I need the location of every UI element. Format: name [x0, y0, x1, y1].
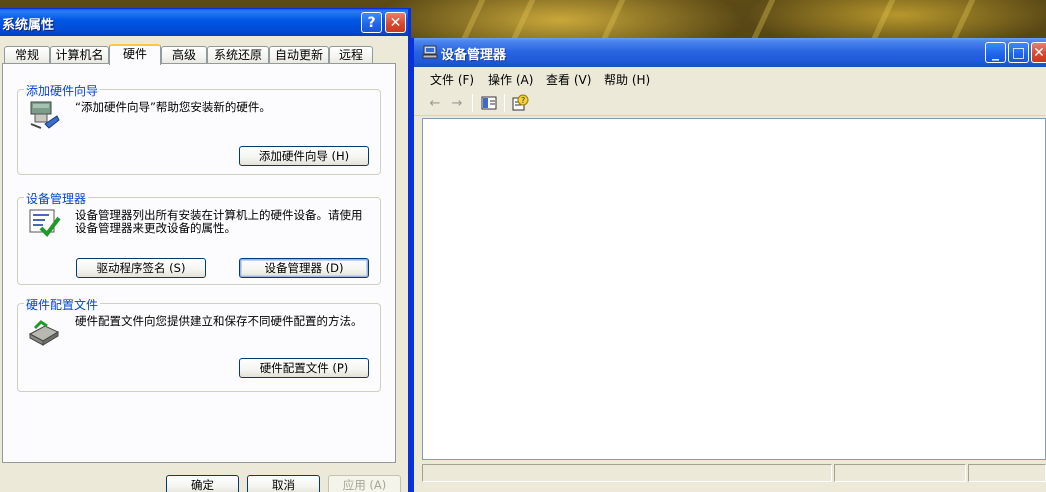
help-icon: ? — [367, 14, 376, 31]
close-button[interactable]: ✕ — [385, 12, 406, 33]
hardware-tab-panel: 添加硬件向导 “添加硬件向导”帮助您安装新的硬件。 添加硬件向导 (H) 设备管… — [2, 63, 396, 463]
hardware-profiles-group-title: 硬件配置文件 — [24, 296, 101, 313]
back-arrow-icon[interactable]: ← — [426, 94, 444, 112]
device-manager-titlebar[interactable]: 设备管理器 _ □ ✕ — [414, 38, 1046, 67]
device-tree-pane[interactable] — [422, 118, 1046, 460]
menu-bar: 文件 (F) 操作 (A) 查看 (V) 帮助 (H) — [414, 67, 1046, 89]
toolbar: ← → ? — [414, 90, 1046, 116]
show-hide-tree-icon[interactable] — [480, 94, 498, 112]
apply-button[interactable]: 应用 (A) — [328, 475, 401, 492]
desktop-decoration — [510, 0, 536, 40]
menu-help[interactable]: 帮助 (H) — [604, 71, 650, 88]
properties-help-icon[interactable]: ? — [511, 94, 529, 112]
device-manager-icon — [29, 209, 61, 238]
tab-hardware[interactable]: 硬件 — [109, 44, 161, 65]
toolbar-separator — [504, 94, 505, 112]
device-manager-group: 设备管理器 设备管理器列出所有安装在计算机上的硬件设备。请使用设备管理器来更改设… — [17, 190, 381, 285]
device-manager-description: 设备管理器列出所有安装在计算机上的硬件设备。请使用设备管理器来更改设备的属性。 — [75, 208, 363, 235]
hardware-profiles-group: 硬件配置文件 硬件配置文件向您提供建立和保存不同硬件配置的方法。 硬件配置文件 … — [17, 296, 381, 392]
hardware-profiles-icon — [28, 320, 60, 346]
status-pane-secondary — [834, 464, 966, 482]
hardware-profiles-button[interactable]: 硬件配置文件 (P) — [239, 358, 369, 378]
minimize-button[interactable]: _ — [985, 42, 1006, 63]
device-manager-button[interactable]: 设备管理器 (D) — [239, 258, 369, 278]
desktop-decoration — [870, 0, 896, 40]
device-manager-group-title: 设备管理器 — [24, 190, 89, 207]
device-manager-close-button[interactable]: ✕ — [1031, 42, 1046, 63]
device-manager-window: 设备管理器 _ □ ✕ 文件 (F) 操作 (A) 查看 (V) 帮助 (H) … — [411, 38, 1046, 492]
forward-arrow-icon[interactable]: → — [448, 94, 466, 112]
menu-view[interactable]: 查看 (V) — [546, 71, 591, 88]
desktop-decoration — [460, 0, 486, 40]
device-manager-title: 设备管理器 — [441, 48, 507, 63]
close-icon: ✕ — [1033, 44, 1045, 61]
maximize-button[interactable]: □ — [1008, 42, 1029, 63]
menu-file[interactable]: 文件 (F) — [430, 71, 474, 88]
desktop-decoration — [950, 0, 976, 40]
desktop-decoration — [600, 0, 626, 40]
status-pane-tertiary — [968, 464, 1046, 482]
desktop-decoration — [750, 0, 776, 40]
minimize-icon: _ — [992, 44, 999, 61]
help-button[interactable]: ? — [361, 12, 382, 33]
tab-remote[interactable]: 远程 — [329, 46, 373, 64]
tab-automatic-updates[interactable]: 自动更新 — [269, 46, 329, 64]
add-hardware-icon — [30, 101, 60, 129]
ok-button[interactable]: 确定 — [166, 475, 239, 492]
close-icon: ✕ — [389, 14, 402, 31]
status-bar — [422, 462, 1046, 484]
add-hardware-group: 添加硬件向导 “添加硬件向导”帮助您安装新的硬件。 添加硬件向导 (H) — [17, 82, 381, 175]
maximize-icon: □ — [1011, 44, 1026, 61]
add-hardware-wizard-button[interactable]: 添加硬件向导 (H) — [239, 146, 369, 166]
tab-strip: 常规 计算机名 硬件 高级 系统还原 自动更新 远程 — [2, 44, 407, 65]
svg-text:?: ? — [521, 96, 525, 105]
add-hardware-group-title: 添加硬件向导 — [24, 82, 101, 99]
add-hardware-description: “添加硬件向导”帮助您安装新的硬件。 — [75, 100, 271, 114]
hardware-profiles-description: 硬件配置文件向您提供建立和保存不同硬件配置的方法。 — [75, 314, 363, 328]
driver-signing-button[interactable]: 驱动程序签名 (S) — [76, 258, 206, 278]
status-pane-main — [422, 464, 832, 482]
dialog-title: 系统属性 — [2, 18, 55, 33]
tab-system-restore[interactable]: 系统还原 — [207, 46, 269, 64]
dialog-titlebar[interactable]: 系统属性 ? ✕ — [0, 9, 408, 36]
tab-advanced[interactable]: 高级 — [161, 46, 207, 64]
menu-action[interactable]: 操作 (A) — [488, 71, 533, 88]
cancel-button[interactable]: 取消 — [247, 475, 320, 492]
computer-icon — [422, 45, 438, 59]
tab-computer-name[interactable]: 计算机名 — [50, 46, 109, 64]
tab-general[interactable]: 常规 — [4, 46, 50, 64]
system-properties-dialog: 系统属性 ? ✕ 常规 计算机名 硬件 高级 系统还原 自动更新 远程 添加硬件… — [0, 8, 411, 492]
toolbar-separator — [472, 94, 473, 112]
